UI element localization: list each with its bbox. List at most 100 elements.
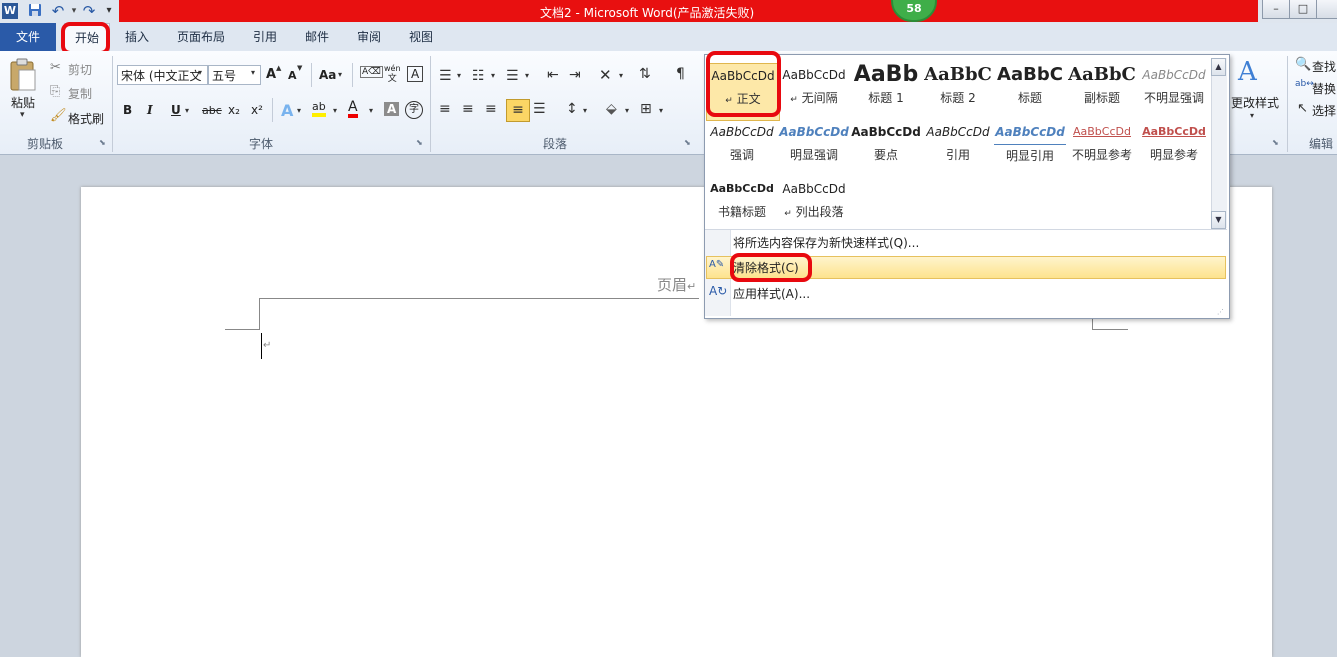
subscript-button[interactable]: x₂ — [228, 103, 240, 117]
underline-chevron-icon[interactable]: ▾ — [185, 106, 189, 115]
font-name-dropdown[interactable]: 宋体 (中文正文 — [117, 65, 208, 85]
style-emphasis[interactable]: AaBbCcDd 强调 — [706, 120, 778, 176]
italic-button[interactable]: I — [147, 103, 153, 117]
grow-font-button[interactable]: A — [266, 67, 276, 82]
gallery-resize-grip-icon[interactable]: ⋰ — [1217, 308, 1224, 316]
enclose-characters-button[interactable]: 字 — [405, 101, 423, 119]
text-effects-chevron-icon[interactable]: ▾ — [297, 106, 301, 115]
style-intense-reference[interactable]: AaBbCcDd 明显参考 — [1138, 120, 1210, 176]
text-effects-button[interactable]: A — [281, 101, 293, 120]
borders-icon[interactable]: ⊞ — [640, 101, 652, 117]
paste-dropdown-icon[interactable]: ▾ — [20, 110, 25, 120]
tab-file[interactable]: 文件 — [0, 23, 56, 51]
clipboard-icon[interactable] — [8, 58, 42, 94]
align-center-icon[interactable]: ≡ — [462, 101, 474, 117]
tab-insert[interactable]: 插入 — [119, 23, 155, 51]
strikethrough-button[interactable]: abc — [202, 104, 222, 117]
replace-button[interactable]: 替换 — [1312, 80, 1336, 97]
style-subtle-reference[interactable]: AaBbCcDd 不明显参考 — [1066, 120, 1138, 176]
show-marks-icon[interactable]: ¶ — [676, 66, 685, 82]
style-heading-2[interactable]: AaBbC 标题 2 — [922, 63, 994, 119]
change-styles-button[interactable]: 更改样式 — [1231, 94, 1279, 111]
multilevel-list-icon[interactable]: ☰ — [506, 68, 519, 84]
apply-styles-item[interactable]: 应用样式(A)... — [733, 283, 810, 305]
character-shading-button[interactable]: A — [384, 102, 400, 116]
styles-launcher-icon[interactable]: ⬊ — [1272, 138, 1279, 147]
font-color-chevron-icon[interactable]: ▾ — [369, 106, 373, 115]
style-subtitle[interactable]: AaBbC 副标题 — [1066, 63, 1138, 119]
decrease-indent-icon[interactable]: ⇤ — [547, 67, 559, 83]
chinese-layout-chevron-icon[interactable]: ▾ — [619, 71, 623, 80]
format-painter-button[interactable]: 格式刷 — [68, 110, 104, 127]
style-title[interactable]: AaBbC 标题 — [994, 63, 1066, 119]
style-intense-quote[interactable]: AaBbCcDd 明显引用 — [994, 120, 1066, 176]
style-subtle-emphasis[interactable]: AaBbCcDd 不明显强调 — [1138, 63, 1210, 119]
line-spacing-icon[interactable]: ↕ — [566, 101, 578, 117]
tab-page-layout[interactable]: 页面布局 — [172, 23, 230, 51]
shading-chevron-icon[interactable]: ▾ — [625, 106, 629, 115]
style-list-paragraph[interactable]: AaBbCcDd ↵ 列出段落 — [778, 177, 850, 233]
numbering-chevron-icon[interactable]: ▾ — [491, 71, 495, 80]
save-icon[interactable] — [27, 3, 43, 19]
shading-icon[interactable]: ⬙ — [606, 101, 617, 117]
shrink-font-button[interactable]: A — [288, 69, 297, 82]
style-quote[interactable]: AaBbCcDd 引用 — [922, 120, 994, 176]
tab-review[interactable]: 审阅 — [351, 23, 387, 51]
bullets-icon[interactable]: ☰ — [439, 68, 452, 84]
character-border-button[interactable]: A — [407, 66, 424, 82]
line-spacing-chevron-icon[interactable]: ▾ — [583, 106, 587, 115]
distributed-icon[interactable]: ☰ — [533, 101, 546, 117]
font-size-chevron-icon[interactable]: ▾ — [251, 68, 255, 77]
align-left-icon[interactable]: ≡ — [439, 101, 451, 117]
restore-button[interactable]: □ — [1289, 0, 1317, 19]
change-styles-icon[interactable]: A — [1238, 57, 1257, 87]
style-heading-1[interactable]: AaBb 标题 1 — [850, 63, 922, 119]
save-as-quick-style-item[interactable]: 将所选内容保存为新快速样式(Q)... — [733, 232, 919, 254]
minimize-button[interactable]: – — [1262, 0, 1290, 19]
font-name-chevron-icon[interactable]: ▾ — [198, 68, 202, 77]
find-button[interactable]: 查找 — [1312, 58, 1336, 75]
change-case-button[interactable]: Aa — [319, 68, 336, 82]
align-right-icon[interactable]: ≡ — [485, 101, 497, 117]
style-strong[interactable]: AaBbCcDd 要点 — [850, 120, 922, 176]
numbering-icon[interactable]: ☷ — [472, 68, 485, 84]
sort-icon[interactable]: ⇅ — [639, 66, 651, 82]
bullets-chevron-icon[interactable]: ▾ — [457, 71, 461, 80]
borders-chevron-icon[interactable]: ▾ — [659, 106, 663, 115]
highlight-chevron-icon[interactable]: ▾ — [333, 106, 337, 115]
clear-formatting-button[interactable]: A⌫ — [360, 66, 383, 78]
superscript-button[interactable]: x² — [251, 103, 263, 117]
font-launcher-icon[interactable]: ⬊ — [416, 138, 423, 147]
change-styles-chevron-icon[interactable]: ▾ — [1250, 111, 1254, 120]
tab-view[interactable]: 视图 — [403, 23, 439, 51]
justify-icon[interactable]: ≡ — [506, 99, 530, 122]
highlight-button[interactable]: ab — [312, 101, 326, 117]
increase-indent-icon[interactable]: ⇥ — [569, 67, 581, 83]
bold-button[interactable]: B — [123, 103, 132, 117]
copy-button[interactable]: 复制 — [68, 85, 92, 102]
cut-button[interactable]: 剪切 — [68, 61, 92, 78]
undo-dropdown-icon[interactable]: ▾ — [66, 3, 82, 19]
font-color-button[interactable]: A — [348, 100, 358, 118]
change-case-chevron-icon[interactable]: ▾ — [338, 70, 342, 79]
style-no-spacing[interactable]: AaBbCcDd ↵ 无间隔 — [778, 63, 850, 119]
close-button[interactable] — [1316, 0, 1337, 19]
word-app-icon[interactable]: W — [2, 3, 18, 19]
paragraph-launcher-icon[interactable]: ⬊ — [684, 138, 691, 147]
clipboard-launcher-icon[interactable]: ⬊ — [99, 138, 106, 147]
customize-qat-icon[interactable]: ▾ — [103, 3, 115, 19]
select-button[interactable]: 选择 — [1312, 102, 1336, 119]
gallery-scroll-up-icon[interactable]: ▲ — [1211, 58, 1226, 76]
gallery-scrollbar[interactable] — [1211, 58, 1227, 228]
tab-references[interactable]: 引用 — [247, 23, 283, 51]
paste-button[interactable]: 粘贴 — [11, 94, 35, 111]
phonetic-guide-button[interactable]: wén 文 — [384, 64, 401, 84]
undo-icon[interactable]: ↶ — [50, 3, 66, 19]
chinese-layout-icon[interactable]: ✕ — [599, 66, 612, 84]
style-book-title[interactable]: AaBbCcDd 书籍标题 — [706, 177, 778, 233]
gallery-scroll-down-icon[interactable]: ▼ — [1211, 211, 1226, 229]
redo-icon[interactable]: ↷ — [81, 3, 97, 19]
tab-mailings[interactable]: 邮件 — [299, 23, 335, 51]
multilevel-chevron-icon[interactable]: ▾ — [525, 71, 529, 80]
style-intense-emphasis[interactable]: AaBbCcDd 明显强调 — [778, 120, 850, 176]
